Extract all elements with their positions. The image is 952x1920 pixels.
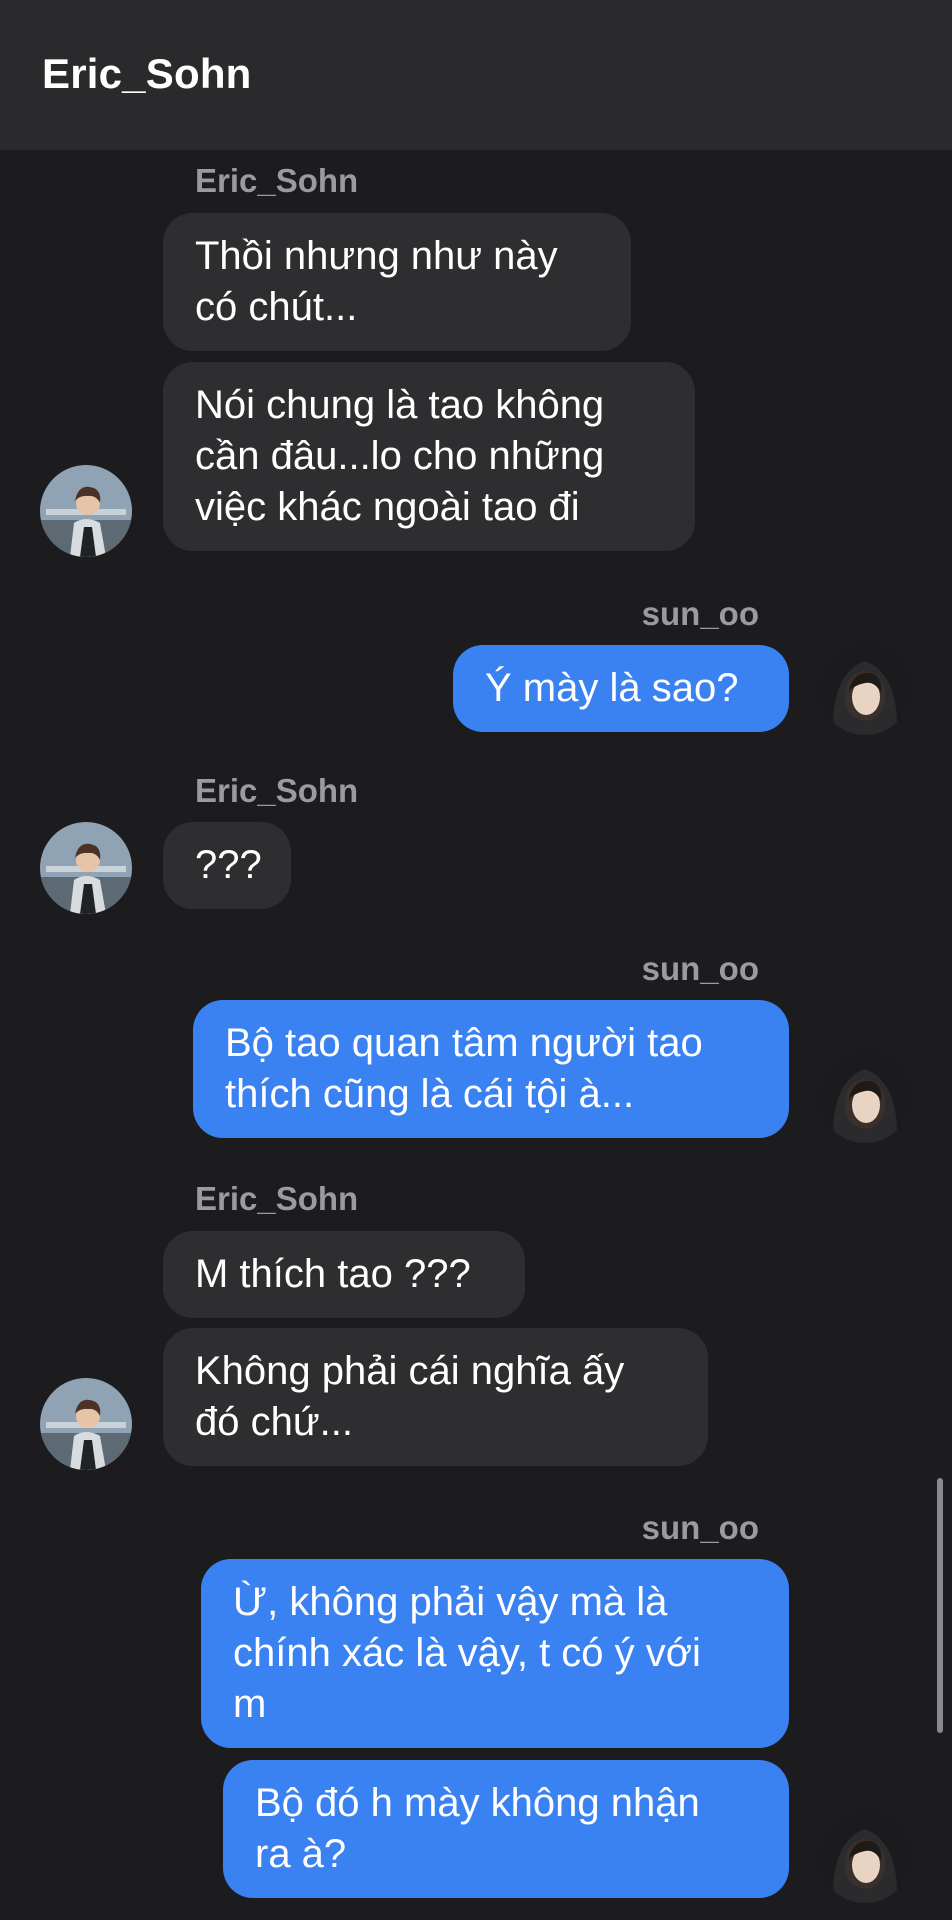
eric-avatar-icon[interactable] bbox=[40, 465, 132, 557]
message-bubble-outgoing[interactable]: Ý mày là sao? bbox=[453, 645, 789, 732]
sender-name-eric: Eric_Sohn bbox=[195, 772, 359, 809]
message-bubble-outgoing[interactable]: Bộ đó h mày không nhận ra à? bbox=[223, 1760, 789, 1898]
chat-header: Eric_Sohn bbox=[0, 0, 952, 150]
message-bubble-incoming[interactable]: Không phải cái nghĩa ấy đó chứ... bbox=[163, 1328, 708, 1466]
message-bubble-outgoing[interactable]: Bộ tao quan tâm người tao thích cũng là … bbox=[193, 1000, 789, 1138]
message-bubble-incoming[interactable]: M thích tao ??? bbox=[163, 1231, 525, 1318]
sender-name-eric: Eric_Sohn bbox=[195, 1180, 359, 1217]
chat-title[interactable]: Eric_Sohn bbox=[42, 50, 252, 98]
sender-name-sun: sun_oo bbox=[641, 950, 759, 987]
eric-avatar-icon[interactable] bbox=[40, 1378, 132, 1470]
message-bubble-incoming[interactable]: Thồi nhưng như này có chút... bbox=[163, 213, 631, 351]
sender-name-sun: sun_oo bbox=[641, 595, 759, 632]
message-bubble-outgoing[interactable]: Ừ, không phải vậy mà là chính xác là vậy… bbox=[201, 1559, 789, 1748]
sun-avatar-icon[interactable] bbox=[819, 1811, 911, 1903]
sun-avatar-icon[interactable] bbox=[819, 643, 911, 735]
scrollbar[interactable] bbox=[937, 1478, 943, 1733]
sender-name-sun: sun_oo bbox=[641, 1509, 759, 1546]
message-bubble-incoming[interactable]: ??? bbox=[163, 822, 291, 909]
message-bubble-incoming[interactable]: Nói chung là tao không cần đâu...lo cho … bbox=[163, 362, 695, 551]
eric-avatar-icon[interactable] bbox=[40, 822, 132, 914]
sender-name-eric: Eric_Sohn bbox=[195, 162, 359, 199]
sun-avatar-icon[interactable] bbox=[819, 1051, 911, 1143]
